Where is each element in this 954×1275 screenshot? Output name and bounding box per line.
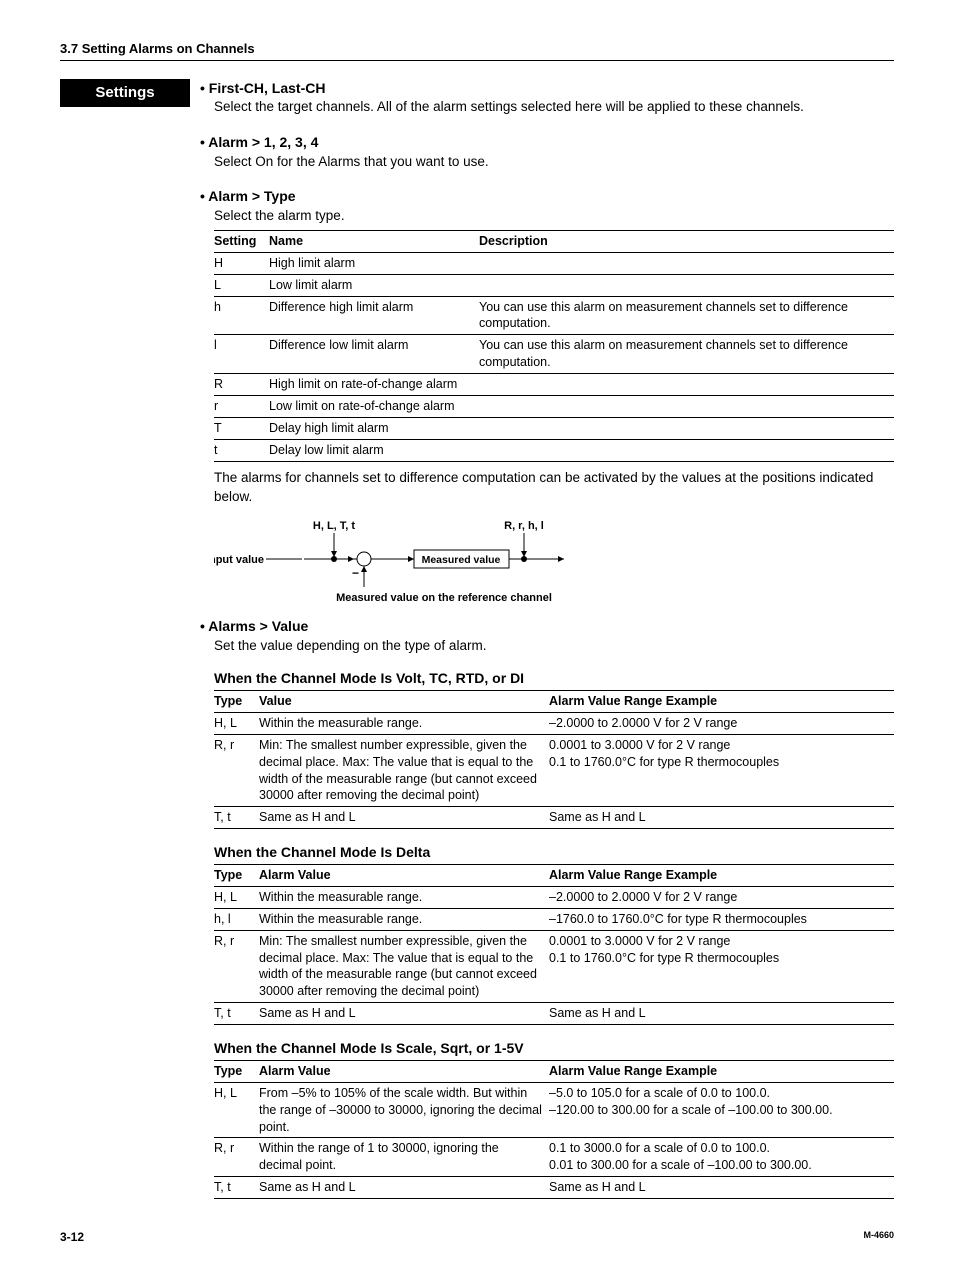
table-row: R, rWithin the range of 1 to 30000, igno…	[214, 1138, 894, 1177]
th-setting: Setting	[214, 230, 269, 252]
mode3-heading: When the Channel Mode Is Scale, Sqrt, or…	[214, 1039, 894, 1058]
table-row: tDelay low limit alarm	[214, 439, 894, 461]
table-row: hDifference high limit alarmYou can use …	[214, 296, 894, 335]
table-row: T, tSame as H and LSame as H and L	[214, 1003, 894, 1025]
table-row: H, LFrom –5% to 105% of the scale width.…	[214, 1082, 894, 1138]
section-number: 3.7	[60, 41, 78, 56]
section-title: Setting Alarms on Channels	[82, 41, 255, 56]
table-row: H, LWithin the measurable range.–2.0000 …	[214, 712, 894, 734]
mode3-table: Type Alarm Value Alarm Value Range Examp…	[214, 1060, 894, 1199]
diag-measured-box: Measured value	[422, 554, 501, 566]
bullet-alarm-nums-body: Select On for the Alarms that you want t…	[214, 152, 894, 172]
doc-id: M-4660	[863, 1229, 894, 1245]
mode1-heading: When the Channel Mode Is Volt, TC, RTD, …	[214, 669, 894, 688]
bullet-alarms-value-title: Alarms > Value	[200, 617, 894, 636]
table-row: lDifference low limit alarmYou can use t…	[214, 335, 894, 374]
mode2-table: Type Alarm Value Alarm Value Range Examp…	[214, 864, 894, 1025]
settings-badge: Settings	[60, 79, 190, 107]
th-description: Description	[479, 230, 894, 252]
table-row: R, rMin: The smallest number expressible…	[214, 734, 894, 807]
table-row: RHigh limit on rate-of-change alarm	[214, 374, 894, 396]
th-name: Name	[269, 230, 479, 252]
bullet-alarms-value-body: Set the value depending on the type of a…	[214, 636, 894, 656]
table-row: LLow limit alarm	[214, 274, 894, 296]
table-row: TDelay high limit alarm	[214, 417, 894, 439]
bullet-first-last-title: First-CH, Last-CH	[200, 79, 894, 98]
section-path: 3.7 Setting Alarms on Channels	[60, 40, 894, 58]
diff-diagram: H, L, T, t R, r, h, l Input value	[214, 517, 894, 607]
bullet-alarm-nums-title: Alarm > 1, 2, 3, 4	[200, 133, 894, 152]
diag-caption: Measured value on the reference channel	[336, 592, 552, 604]
mode1-table: Type Value Alarm Value Range Example H, …	[214, 690, 894, 829]
table-row: T, tSame as H and LSame as H and L	[214, 807, 894, 829]
diag-minus: −	[352, 566, 359, 580]
bullet-alarm-type-body: Select the alarm type.	[214, 206, 894, 226]
diag-input: Input value	[214, 554, 264, 566]
mode2-heading: When the Channel Mode Is Delta	[214, 843, 894, 862]
table-row: HHigh limit alarm	[214, 252, 894, 274]
bullet-first-last-body: Select the target channels. All of the a…	[214, 97, 894, 117]
page-number: 3-12	[60, 1229, 84, 1245]
diag-left-label: H, L, T, t	[313, 520, 356, 532]
alarm-type-table: Setting Name Description HHigh limit ala…	[214, 230, 894, 462]
diag-right-label: R, r, h, l	[504, 520, 544, 532]
table-row: rLow limit on rate-of-change alarm	[214, 395, 894, 417]
bullet-alarm-type-title: Alarm > Type	[200, 187, 894, 206]
table-row: T, tSame as H and LSame as H and L	[214, 1177, 894, 1199]
table-row: h, lWithin the measurable range.–1760.0 …	[214, 908, 894, 930]
diff-note: The alarms for channels set to differenc…	[214, 468, 894, 507]
table-row: R, rMin: The smallest number expressible…	[214, 930, 894, 1003]
table-row: H, LWithin the measurable range.–2.0000 …	[214, 886, 894, 908]
page-footer: 3-12 M-4660	[60, 1229, 894, 1245]
header-rule	[60, 60, 894, 61]
